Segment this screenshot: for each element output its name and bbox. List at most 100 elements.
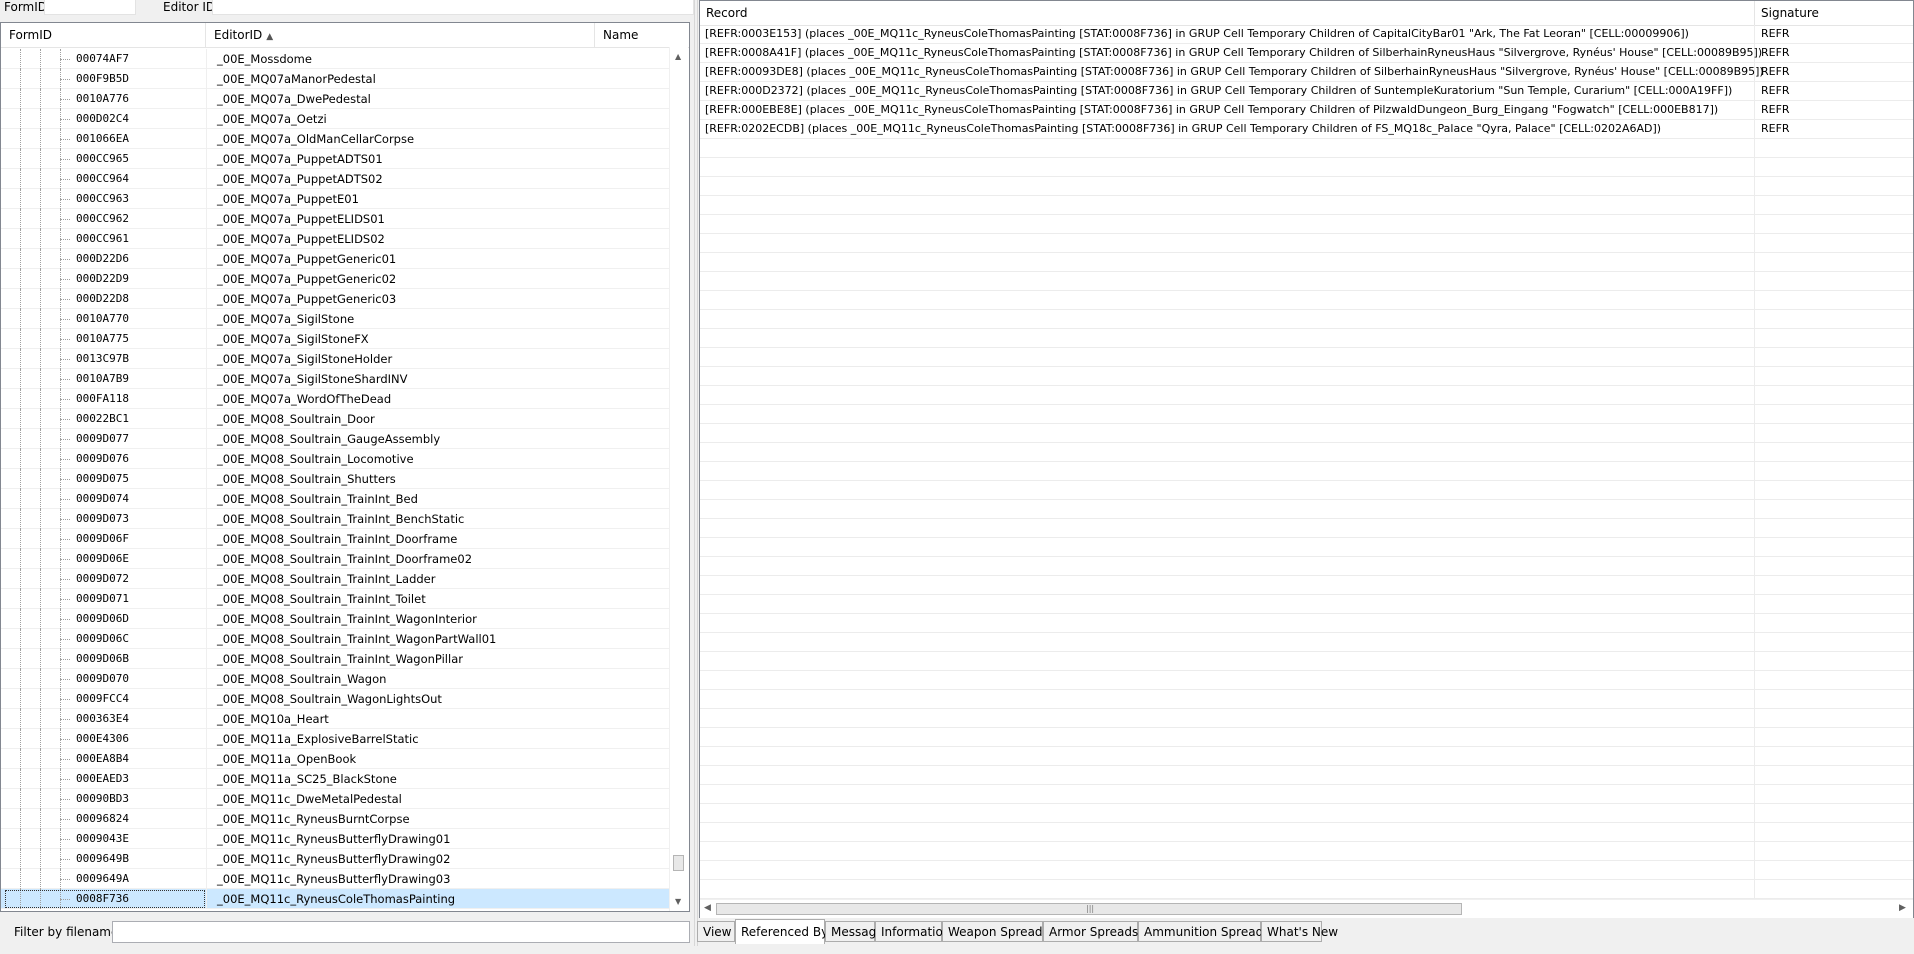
reference-signature: REFR xyxy=(1761,103,1790,116)
scroll-up-arrow-icon[interactable]: ▲ xyxy=(675,52,681,61)
header-editorid[interactable]: EditorID ▲ xyxy=(206,23,595,47)
reference-row[interactable]: [REFR:00093DE8] (places _00E_MQ11c_Ryneu… xyxy=(700,63,1913,82)
scrollbar-thumb[interactable] xyxy=(673,855,684,871)
row-editorid: _00E_MQ11a_SC25_BlackStone xyxy=(217,772,397,786)
tab-6[interactable]: Ammunition Spreadsheet xyxy=(1138,921,1297,942)
tree-row[interactable]: 000CC961 _00E_MQ07a_PuppetELIDS02 xyxy=(1,229,669,249)
row-editorid: _00E_MQ07a_PuppetGeneric02 xyxy=(217,272,397,286)
referenced-by-grid[interactable]: Record Signature [REFR:0003E153] (places… xyxy=(699,0,1914,918)
tree-row[interactable]: 00022BC1 _00E_MQ08_Soultrain_Door xyxy=(1,409,669,429)
tree-row[interactable]: 0009D076 _00E_MQ08_Soultrain_Locomotive xyxy=(1,449,669,469)
header-record[interactable]: Record xyxy=(700,1,1755,25)
row-formid: 000CC961 xyxy=(76,232,129,245)
tree-row[interactable]: 000CC963 _00E_MQ07a_PuppetE01 xyxy=(1,189,669,209)
filter-bar: Filter by filename: xyxy=(0,920,690,946)
reference-row[interactable]: [REFR:0202ECDB] (places _00E_MQ11c_Ryneu… xyxy=(700,120,1913,139)
row-editorid: _00E_MQ07a_SigilStoneHolder xyxy=(217,352,393,366)
row-formid: 0009D06B xyxy=(76,652,129,665)
row-editorid: _00E_MQ07a_PuppetGeneric03 xyxy=(217,292,397,306)
empty-grid-row xyxy=(700,215,1913,234)
tree-row[interactable]: 0009D06C _00E_MQ08_Soultrain_TrainInt_Wag… xyxy=(1,629,669,649)
empty-grid-row xyxy=(700,557,1913,576)
tree-row[interactable]: 0009D06E _00E_MQ08_Soultrain_TrainInt_Doo… xyxy=(1,549,669,569)
tree-row[interactable]: 0010A7B9 _00E_MQ07a_SigilStoneShardINV xyxy=(1,369,669,389)
tree-row[interactable]: 0013C97B _00E_MQ07a_SigilStoneHolder xyxy=(1,349,669,369)
tree-row[interactable]: 0009D074 _00E_MQ08_Soultrain_TrainInt_Bed xyxy=(1,489,669,509)
scroll-left-arrow-icon[interactable]: ◀ xyxy=(704,903,711,913)
header-formid[interactable]: FormID xyxy=(1,23,206,47)
tree-row[interactable]: 0009043E _00E_MQ11c_RyneusButterflyDrawin… xyxy=(1,829,669,849)
reference-record: [REFR:0003E153] (places _00E_MQ11c_Ryneu… xyxy=(705,27,1689,40)
tree-row[interactable]: 0010A775 _00E_MQ07a_SigilStoneFX xyxy=(1,329,669,349)
tree-row[interactable]: 0010A776 _00E_MQ07a_DwePedestal xyxy=(1,89,669,109)
tree-row[interactable]: 001066EA _00E_MQ07a_OldManCellarCorpse xyxy=(1,129,669,149)
tab-4[interactable]: Weapon Spreadsheet xyxy=(942,921,1076,942)
row-formid: 000E4306 xyxy=(76,732,129,745)
reference-row[interactable]: [REFR:000EBE8E] (places _00E_MQ11c_Ryneu… xyxy=(700,101,1913,120)
tree-vertical-scrollbar[interactable]: ▲ ▼ xyxy=(669,47,688,911)
tree-row[interactable]: 000CC965 _00E_MQ07a_PuppetADTS01 xyxy=(1,149,669,169)
tree-row[interactable]: 000E4306 _00E_MQ11a_ExplosiveBarrelStatic xyxy=(1,729,669,749)
row-editorid: _00E_MQ11c_RyneusColeThomasPainting xyxy=(217,892,456,906)
tree-header: FormID EditorID ▲ Name xyxy=(1,23,689,48)
formid-search-input[interactable] xyxy=(44,0,136,15)
tree-row[interactable]: 000F9B5D _00E_MQ07aManorPedestal xyxy=(1,69,669,89)
tree-row[interactable]: 0009649A _00E_MQ11c_RyneusButterflyDrawin… xyxy=(1,869,669,889)
tab-7[interactable]: What's New xyxy=(1261,921,1338,942)
reference-row[interactable]: [REFR:000D2372] (places _00E_MQ11c_Ryneu… xyxy=(700,82,1913,101)
header-name[interactable]: Name xyxy=(595,23,689,47)
panel-splitter[interactable] xyxy=(694,0,698,954)
empty-grid-row xyxy=(700,291,1913,310)
tree-row[interactable]: 0009FCC4 _00E_MQ08_Soultrain_WagonLightsO… xyxy=(1,689,669,709)
tree-row[interactable]: 00074AF7 _00E_Mossdome xyxy=(1,49,669,69)
row-editorid: _00E_MQ11a_OpenBook xyxy=(217,752,357,766)
scroll-down-arrow-icon[interactable]: ▼ xyxy=(675,897,681,906)
tree-row[interactable]: 000D22D6 _00E_MQ07a_PuppetGeneric01 xyxy=(1,249,669,269)
tree-row[interactable]: 0009D072 _00E_MQ08_Soultrain_TrainInt_Lad… xyxy=(1,569,669,589)
tree-row[interactable]: 000FA118 _00E_MQ07a_WordOfTheDead xyxy=(1,389,669,409)
grid-horizontal-scrollbar[interactable]: ◀ ||| ▶ xyxy=(700,899,1913,918)
reference-record: [REFR:000EBE8E] (places _00E_MQ11c_Ryneu… xyxy=(705,103,1719,116)
tree-row[interactable]: 000CC962 _00E_MQ07a_PuppetELIDS01 xyxy=(1,209,669,229)
tree-row[interactable]: 00090BD3 _00E_MQ11c_DweMetalPedestal xyxy=(1,789,669,809)
reference-row[interactable]: [REFR:0003E153] (places _00E_MQ11c_Ryneu… xyxy=(700,25,1913,44)
tree-row[interactable]: 000363E4 _00E_MQ10a_Heart xyxy=(1,709,669,729)
record-tree[interactable]: FormID EditorID ▲ Name 00074AF7 _00E_Mossd… xyxy=(0,22,690,912)
tree-row[interactable]: 0009D077 _00E_MQ08_Soultrain_GaugeAssembl… xyxy=(1,429,669,449)
tree-row[interactable]: 000D02C4 _00E_MQ07a_Oetzi xyxy=(1,109,669,129)
tree-row[interactable]: 0009D073 _00E_MQ08_Soultrain_TrainInt_Ben… xyxy=(1,509,669,529)
tree-row[interactable]: 0010A770 _00E_MQ07a_SigilStone xyxy=(1,309,669,329)
empty-grid-row xyxy=(700,842,1913,861)
tab-1[interactable]: Referenced By (6) xyxy=(735,919,849,944)
empty-grid-row xyxy=(700,139,1913,158)
reference-row[interactable]: [REFR:0008A41F] (places _00E_MQ11c_Ryneu… xyxy=(700,44,1913,63)
tree-row[interactable]: 000D22D8 _00E_MQ07a_PuppetGeneric03 xyxy=(1,289,669,309)
tree-row[interactable]: 0009D06F _00E_MQ08_Soultrain_TrainInt_Doo… xyxy=(1,529,669,549)
tree-row[interactable]: 00096824 _00E_MQ11c_RyneusBurntCorpse xyxy=(1,809,669,829)
tree-row[interactable]: 0008F736 _00E_MQ11c_RyneusColeThomasPaint… xyxy=(1,889,669,909)
tab-2[interactable]: Messages xyxy=(825,921,890,942)
row-formid: 000D22D8 xyxy=(76,292,129,305)
tree-row[interactable]: 0009D070 _00E_MQ08_Soultrain_Wagon xyxy=(1,669,669,689)
scrollbar-thumb[interactable]: ||| xyxy=(716,903,1462,915)
row-formid: 0009043E xyxy=(76,832,129,845)
editorid-search-input[interactable] xyxy=(212,0,694,15)
tab-3[interactable]: Information xyxy=(875,921,950,942)
scroll-right-arrow-icon[interactable]: ▶ xyxy=(1899,903,1906,913)
empty-grid-row xyxy=(700,367,1913,386)
tree-row[interactable]: 0009D06B _00E_MQ08_Soultrain_TrainInt_Wag… xyxy=(1,649,669,669)
tree-row[interactable]: 000D22D9 _00E_MQ07a_PuppetGeneric02 xyxy=(1,269,669,289)
filter-input[interactable] xyxy=(112,921,690,943)
tree-row[interactable]: 000EA8B4 _00E_MQ11a_OpenBook xyxy=(1,749,669,769)
tree-row[interactable]: 000CC964 _00E_MQ07a_PuppetADTS02 xyxy=(1,169,669,189)
tree-row[interactable]: 0009649B _00E_MQ11c_RyneusButterflyDrawin… xyxy=(1,849,669,869)
tree-row[interactable]: 000EAED3 _00E_MQ11a_SC25_BlackStone xyxy=(1,769,669,789)
tab-0[interactable]: View xyxy=(697,921,735,942)
tree-row[interactable]: 0009D075 _00E_MQ08_Soultrain_Shutters xyxy=(1,469,669,489)
tree-row[interactable]: 0009D06D _00E_MQ08_Soultrain_TrainInt_Wag… xyxy=(1,609,669,629)
tab-5[interactable]: Armor Spreadsheet xyxy=(1043,921,1165,942)
tree-row[interactable]: 0009D071 _00E_MQ08_Soultrain_TrainInt_Toi… xyxy=(1,589,669,609)
header-signature[interactable]: Signature xyxy=(1755,1,1913,25)
empty-grid-row xyxy=(700,728,1913,747)
grip-icon: ||| xyxy=(1086,904,1095,913)
